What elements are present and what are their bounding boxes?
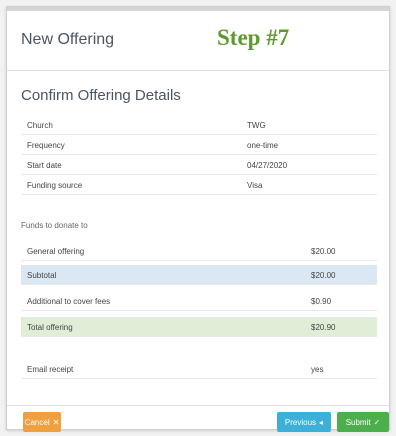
fund-label: Additional to cover fees <box>27 297 111 306</box>
close-icon: ✕ <box>52 417 60 427</box>
fund-label: General offering <box>27 247 85 256</box>
detail-row-church: Church TWG <box>21 115 377 135</box>
detail-label: Start date <box>27 161 62 170</box>
fund-value: $0.90 <box>311 297 332 306</box>
email-receipt-row: Email receipt yes <box>21 359 377 379</box>
fund-value: $20.90 <box>311 323 336 332</box>
funds-heading: Funds to donate to <box>21 221 88 230</box>
fund-row-fees: Additional to cover fees $0.90 <box>21 291 377 311</box>
detail-row-frequency: Frequency one-time <box>21 135 377 155</box>
dialog-footer: Cancel ✕ Previous ◂ Submit ✓ <box>7 405 389 432</box>
fund-label: Subtotal <box>27 271 57 280</box>
cancel-label: Cancel <box>24 417 50 427</box>
section-title: Confirm Offering Details <box>21 87 181 104</box>
fund-value: $20.00 <box>311 247 336 256</box>
fund-label: Total offering <box>27 323 73 332</box>
detail-value: TWG <box>247 121 266 130</box>
email-receipt-value: yes <box>311 365 324 374</box>
detail-row-funding-source: Funding source Visa <box>21 175 377 195</box>
dialog-title: New Offering <box>21 31 115 48</box>
previous-button[interactable]: Previous ◂ <box>277 412 331 432</box>
detail-value: one-time <box>247 141 279 150</box>
detail-label: Frequency <box>27 141 65 150</box>
new-offering-dialog: New Offering Step #7 Confirm Offering De… <box>6 6 390 432</box>
detail-label: Church <box>27 121 53 130</box>
fund-row-subtotal: Subtotal $20.00 <box>21 265 377 285</box>
submit-button[interactable]: Submit ✓ <box>337 412 389 432</box>
fund-value: $20.00 <box>311 271 336 280</box>
fund-row-total: Total offering $20.90 <box>21 317 377 337</box>
detail-row-start-date: Start date 04/27/2020 <box>21 155 377 175</box>
detail-value: 04/27/2020 <box>247 161 288 170</box>
email-receipt-label: Email receipt <box>27 365 74 374</box>
cancel-button[interactable]: Cancel ✕ <box>23 412 61 432</box>
submit-label: Submit <box>345 417 371 427</box>
detail-value: Visa <box>247 181 263 190</box>
dialog-header: New Offering Step #7 <box>7 11 389 71</box>
detail-label: Funding source <box>27 181 83 190</box>
step-label: Step #7 <box>217 25 290 50</box>
fund-row-general-offering: General offering $20.00 <box>21 241 377 261</box>
previous-label: Previous <box>284 417 317 427</box>
arrow-left-icon: ◂ <box>319 417 324 427</box>
check-icon: ✓ <box>373 417 381 427</box>
